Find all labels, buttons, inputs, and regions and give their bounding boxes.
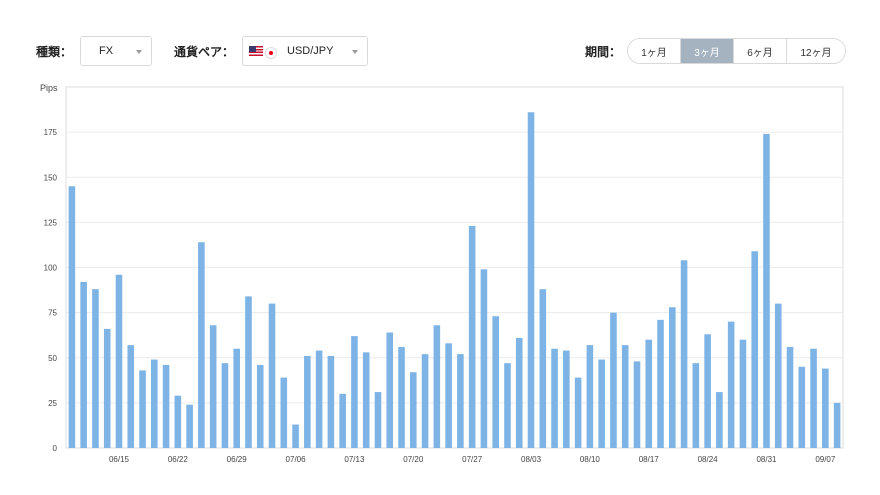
bar xyxy=(209,325,217,448)
y-tick-label: 50 xyxy=(48,354,57,363)
y-axis-label: Pips xyxy=(40,83,58,93)
bar xyxy=(339,393,346,448)
x-axis-ticks: 06/15 06/22 06/29 07/06 07/13 07/20 07/27 08/03… xyxy=(109,455,836,464)
bar xyxy=(492,316,499,448)
bar xyxy=(774,303,782,448)
bar xyxy=(351,336,358,448)
bar xyxy=(115,274,123,448)
x-tick-label: 06/15 xyxy=(109,455,130,464)
x-tick-label: 07/13 xyxy=(344,455,365,464)
bar xyxy=(539,289,547,448)
bar xyxy=(669,307,676,448)
bar xyxy=(362,352,370,448)
x-tick-label: 08/03 xyxy=(521,455,542,464)
bar xyxy=(574,377,582,448)
x-tick-label: 08/10 xyxy=(580,455,601,464)
bar xyxy=(716,392,723,448)
bar xyxy=(563,350,570,448)
y-tick-label: 25 xyxy=(48,399,57,408)
bar xyxy=(245,296,252,448)
bar xyxy=(127,345,135,448)
bar xyxy=(198,242,205,448)
bar xyxy=(833,402,841,449)
bar xyxy=(162,364,170,448)
bar xyxy=(221,363,229,448)
bar xyxy=(103,328,111,448)
y-tick-label: 125 xyxy=(44,218,58,227)
bar xyxy=(822,368,829,448)
bar xyxy=(139,370,146,448)
bar xyxy=(527,112,535,449)
bar xyxy=(692,363,700,448)
bar xyxy=(433,325,441,448)
x-tick-label: 08/24 xyxy=(698,455,719,464)
x-tick-label: 06/29 xyxy=(227,455,248,464)
bar xyxy=(633,361,641,448)
bar xyxy=(80,281,87,448)
x-tick-label: 07/06 xyxy=(286,455,307,464)
x-tick-label: 07/27 xyxy=(462,455,483,464)
bar xyxy=(256,364,264,448)
y-tick-label: 150 xyxy=(44,173,58,182)
bar xyxy=(233,348,240,448)
bar xyxy=(763,133,770,448)
y-tick-label: 100 xyxy=(44,264,58,273)
bar xyxy=(621,345,629,448)
bar xyxy=(304,355,311,448)
x-tick-label: 09/07 xyxy=(815,455,836,464)
bar xyxy=(268,303,276,448)
bar xyxy=(810,348,817,448)
bar xyxy=(315,350,323,448)
bar xyxy=(374,392,382,448)
bar xyxy=(186,404,193,448)
bar xyxy=(457,354,464,448)
bar xyxy=(468,225,476,448)
bar xyxy=(327,355,335,448)
bar xyxy=(398,346,405,448)
bar xyxy=(786,346,794,448)
y-axis-ticks: 0 25 50 75 100 125 150 175 xyxy=(44,128,58,453)
bar xyxy=(68,186,76,448)
bar xyxy=(739,339,747,448)
bar-series xyxy=(68,112,841,449)
y-tick-label: 0 xyxy=(53,444,58,453)
bar xyxy=(151,359,158,448)
bar xyxy=(174,395,182,448)
pips-bar-chart: Pips 0 25 50 75 100 125 150 175 06/15 06/22 06/29… xyxy=(40,83,844,464)
bar xyxy=(410,372,417,448)
bar xyxy=(445,343,452,448)
y-tick-label: 175 xyxy=(44,128,58,137)
bar xyxy=(280,377,288,448)
bar xyxy=(751,251,758,448)
bar xyxy=(610,312,617,449)
bar xyxy=(292,424,299,448)
bar xyxy=(657,319,664,448)
x-tick-label: 07/20 xyxy=(403,455,424,464)
bar xyxy=(645,339,653,448)
x-tick-label: 08/17 xyxy=(639,455,660,464)
bar xyxy=(92,289,99,448)
bar xyxy=(515,337,523,448)
bar xyxy=(386,332,394,448)
bar xyxy=(598,359,605,448)
y-tick-label: 75 xyxy=(48,309,57,318)
bar xyxy=(480,269,488,448)
x-tick-label: 06/22 xyxy=(168,455,189,464)
bar xyxy=(680,260,688,448)
bar xyxy=(798,366,806,448)
chart-grid xyxy=(66,131,843,404)
bar xyxy=(504,363,511,448)
bar xyxy=(727,321,735,448)
bar xyxy=(421,354,429,448)
bar xyxy=(586,345,594,448)
bar xyxy=(551,348,558,448)
bar xyxy=(704,334,711,448)
x-tick-label: 08/31 xyxy=(756,455,777,464)
